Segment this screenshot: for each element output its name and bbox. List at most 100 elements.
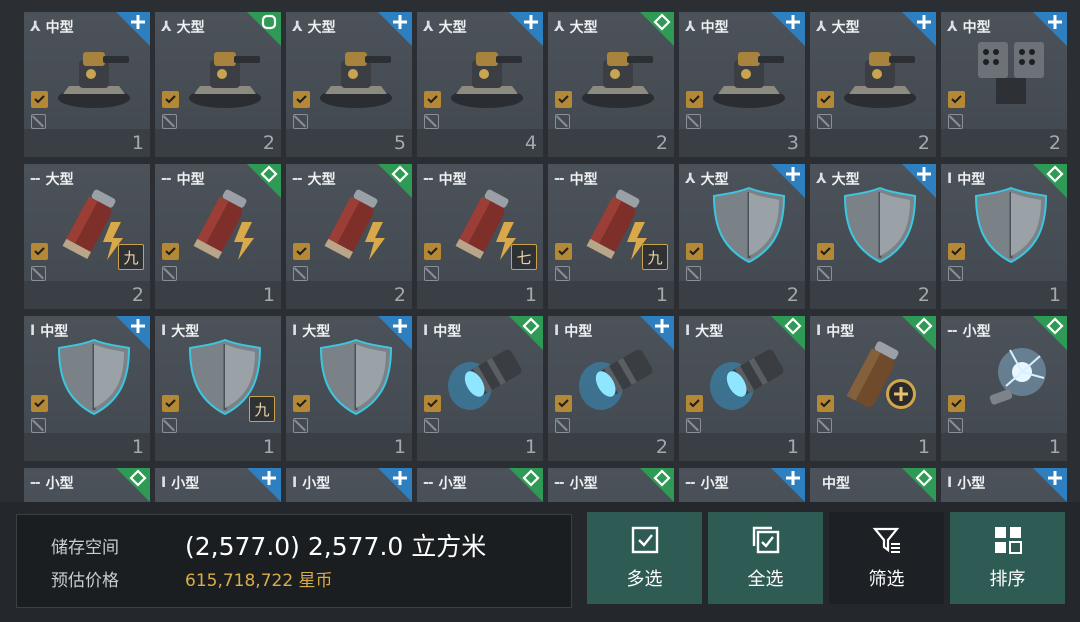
inventory-item-tile[interactable]: ⅄ 大型 5 xyxy=(286,12,412,157)
inventory-grid-area[interactable]: ⅄ 中型 1 ⅄ 大型 2 ⅄ 大型 5 ⅄ 大型 4 ⅄ 大型 2 ⅄ 中型 3 ⅄ 大型 2 ⅄ 中型 2 -- 大型九 2 --… xyxy=(0,0,1080,502)
inventory-item-tile[interactable]: ⅄ 中型 3 xyxy=(679,12,805,157)
lock-toggle-icon[interactable] xyxy=(162,114,177,129)
checkmark-icon[interactable] xyxy=(948,91,965,108)
item-type-row: I 小型 xyxy=(161,472,199,494)
item-type-row: -- 小型 xyxy=(30,472,74,494)
inventory-item-tile[interactable]: I 中型 1 xyxy=(417,316,543,461)
filter-button[interactable]: 筛选 xyxy=(829,512,944,604)
inventory-item-tile[interactable]: I 小型 xyxy=(155,468,281,502)
item-count: 1 xyxy=(655,284,668,306)
lock-toggle-icon[interactable] xyxy=(817,418,832,433)
inventory-item-tile[interactable]: I 小型 xyxy=(286,468,412,502)
lock-toggle-icon[interactable] xyxy=(162,418,177,433)
inventory-item-tile[interactable]: I 中型 1 xyxy=(941,164,1067,309)
lock-toggle-icon[interactable] xyxy=(555,266,570,281)
lock-toggle-icon[interactable] xyxy=(817,114,832,129)
inventory-item-tile[interactable]: -- 小型 xyxy=(548,468,674,502)
inventory-item-tile[interactable]: -- 小型 xyxy=(679,468,805,502)
lock-toggle-icon[interactable] xyxy=(555,418,570,433)
item-slot-glyph: I xyxy=(816,323,821,339)
lock-toggle-icon[interactable] xyxy=(31,114,46,129)
lock-toggle-icon[interactable] xyxy=(424,418,439,433)
multi-select-icon xyxy=(630,525,660,555)
checkmark-icon[interactable] xyxy=(686,91,703,108)
inventory-item-tile[interactable]: I 中型 1 xyxy=(24,316,150,461)
checkmark-icon[interactable] xyxy=(424,91,441,108)
lock-toggle-icon[interactable] xyxy=(686,114,701,129)
lock-toggle-icon[interactable] xyxy=(817,266,832,281)
inventory-item-tile[interactable]: ⅄ 大型 2 xyxy=(810,164,936,309)
lock-toggle-icon[interactable] xyxy=(293,266,308,281)
inventory-item-tile[interactable]: ⅄ 大型 4 xyxy=(417,12,543,157)
inventory-item-tile[interactable]: I 中型 2 xyxy=(548,316,674,461)
checkmark-icon[interactable] xyxy=(162,395,179,412)
inventory-item-tile[interactable]: -- 中型七 1 xyxy=(417,164,543,309)
checkmark-icon[interactable] xyxy=(686,395,703,412)
checkmark-icon[interactable] xyxy=(555,243,572,260)
checkmark-icon[interactable] xyxy=(817,91,834,108)
lock-toggle-icon[interactable] xyxy=(948,114,963,129)
lock-toggle-icon[interactable] xyxy=(31,418,46,433)
item-size-label: 小型 xyxy=(569,476,598,492)
inventory-item-tile[interactable]: ⅄ 大型 2 xyxy=(679,164,805,309)
checkmark-icon[interactable] xyxy=(948,243,965,260)
inventory-item-tile[interactable]: -- 大型 2 xyxy=(286,164,412,309)
checkmark-icon[interactable] xyxy=(162,243,179,260)
inventory-item-tile[interactable]: ⅄ 大型 2 xyxy=(548,12,674,157)
checkmark-icon[interactable] xyxy=(817,243,834,260)
inventory-item-tile[interactable]: -- 中型九 1 xyxy=(548,164,674,309)
lock-toggle-icon[interactable] xyxy=(686,266,701,281)
checkmark-icon[interactable] xyxy=(31,91,48,108)
checkmark-icon[interactable] xyxy=(555,91,572,108)
inventory-item-tile[interactable]: I 中型 1 xyxy=(810,316,936,461)
checkmark-icon[interactable] xyxy=(948,395,965,412)
lock-toggle-icon[interactable] xyxy=(686,418,701,433)
inventory-item-tile[interactable]: I 大型九 1 xyxy=(155,316,281,461)
turret-icon xyxy=(442,30,532,114)
inventory-item-tile[interactable]: -- 小型 xyxy=(24,468,150,502)
item-count: 1 xyxy=(1048,436,1061,458)
item-size-label: 中型 xyxy=(438,172,467,188)
inventory-item-tile[interactable]: I 大型 1 xyxy=(286,316,412,461)
lock-toggle-icon[interactable] xyxy=(162,266,177,281)
inventory-item-tile[interactable]: ⅄ 中型 1 xyxy=(24,12,150,157)
sort-label: 排序 xyxy=(989,569,1026,590)
select-all-label: 全选 xyxy=(747,569,784,590)
checkmark-icon[interactable] xyxy=(293,243,310,260)
checkmark-icon[interactable] xyxy=(31,395,48,412)
checkmark-icon[interactable] xyxy=(293,91,310,108)
inventory-item-tile[interactable]: I 小型 xyxy=(941,468,1067,502)
inventory-item-tile[interactable]: ⅄ 大型 2 xyxy=(810,12,936,157)
checkmark-icon[interactable] xyxy=(555,395,572,412)
item-size-label: 小型 xyxy=(957,476,986,492)
select-all-button[interactable]: 全选 xyxy=(708,512,823,604)
lock-toggle-icon[interactable] xyxy=(555,114,570,129)
item-type-row: ⅄ 中型 xyxy=(685,16,729,38)
turret-icon xyxy=(835,30,925,114)
lock-toggle-icon[interactable] xyxy=(424,266,439,281)
checkmark-icon[interactable] xyxy=(424,395,441,412)
checkmark-icon[interactable] xyxy=(162,91,179,108)
item-size-label: 大型 xyxy=(176,20,205,36)
checkmark-icon[interactable] xyxy=(686,243,703,260)
inventory-item-tile[interactable]: I 大型 1 xyxy=(679,316,805,461)
multi-select-button[interactable]: 多选 xyxy=(587,512,702,604)
lock-toggle-icon[interactable] xyxy=(293,114,308,129)
lock-toggle-icon[interactable] xyxy=(31,266,46,281)
inventory-item-tile[interactable]: 中型 xyxy=(810,468,936,502)
checkmark-icon[interactable] xyxy=(31,243,48,260)
lock-toggle-icon[interactable] xyxy=(948,266,963,281)
checkmark-icon[interactable] xyxy=(424,243,441,260)
lock-toggle-icon[interactable] xyxy=(948,418,963,433)
sort-button[interactable]: 排序 xyxy=(950,512,1065,604)
lock-toggle-icon[interactable] xyxy=(293,418,308,433)
inventory-item-tile[interactable]: -- 小型 xyxy=(417,468,543,502)
inventory-item-tile[interactable]: -- 小型 1 xyxy=(941,316,1067,461)
checkmark-icon[interactable] xyxy=(817,395,834,412)
inventory-item-tile[interactable]: ⅄ 中型 2 xyxy=(941,12,1067,157)
inventory-item-tile[interactable]: -- 大型九 2 xyxy=(24,164,150,309)
checkmark-icon[interactable] xyxy=(293,395,310,412)
lock-toggle-icon[interactable] xyxy=(424,114,439,129)
inventory-item-tile[interactable]: -- 中型 1 xyxy=(155,164,281,309)
inventory-item-tile[interactable]: ⅄ 大型 2 xyxy=(155,12,281,157)
